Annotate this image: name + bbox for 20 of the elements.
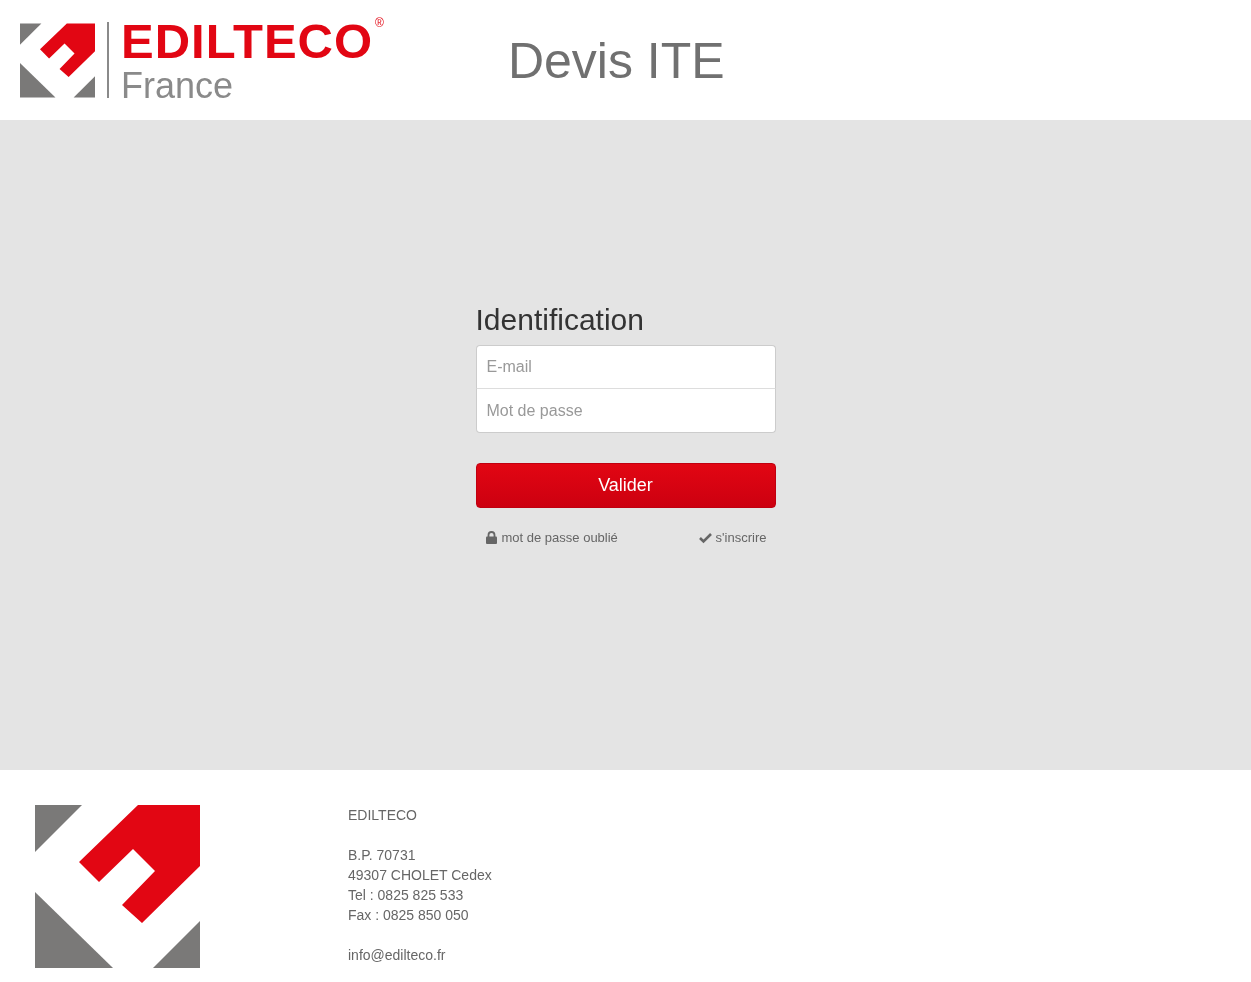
address-line: 49307 CHOLET Cedex: [348, 866, 492, 885]
address-line: EDILTECO: [348, 806, 418, 825]
brand-subtitle: France: [121, 67, 235, 104]
form-heading: Identification: [475, 303, 645, 337]
logo-mark-icon: [20, 21, 95, 99]
address-line: Tel : 0825 825 533: [348, 886, 465, 905]
footer-logo-icon: [35, 805, 200, 968]
brand-name: EDILTECO: [121, 16, 374, 66]
lock-icon: [484, 531, 498, 544]
address-line: Fax : 0825 850 050: [348, 906, 470, 925]
page-title: Devis ITE: [507, 32, 725, 90]
password-field[interactable]: Mot de passe: [475, 389, 776, 433]
forgot-password-link[interactable]: mot de passe oublié: [484, 530, 618, 545]
address-line: info@edilteco.fr: [348, 946, 447, 965]
submit-button[interactable]: Valider: [475, 463, 776, 508]
registered-mark: ®: [375, 16, 385, 29]
register-link[interactable]: s'inscrire: [698, 530, 767, 545]
address-line: B.P. 70731: [348, 846, 417, 865]
check-icon: [698, 531, 712, 544]
email-field[interactable]: E-mail: [475, 345, 776, 389]
